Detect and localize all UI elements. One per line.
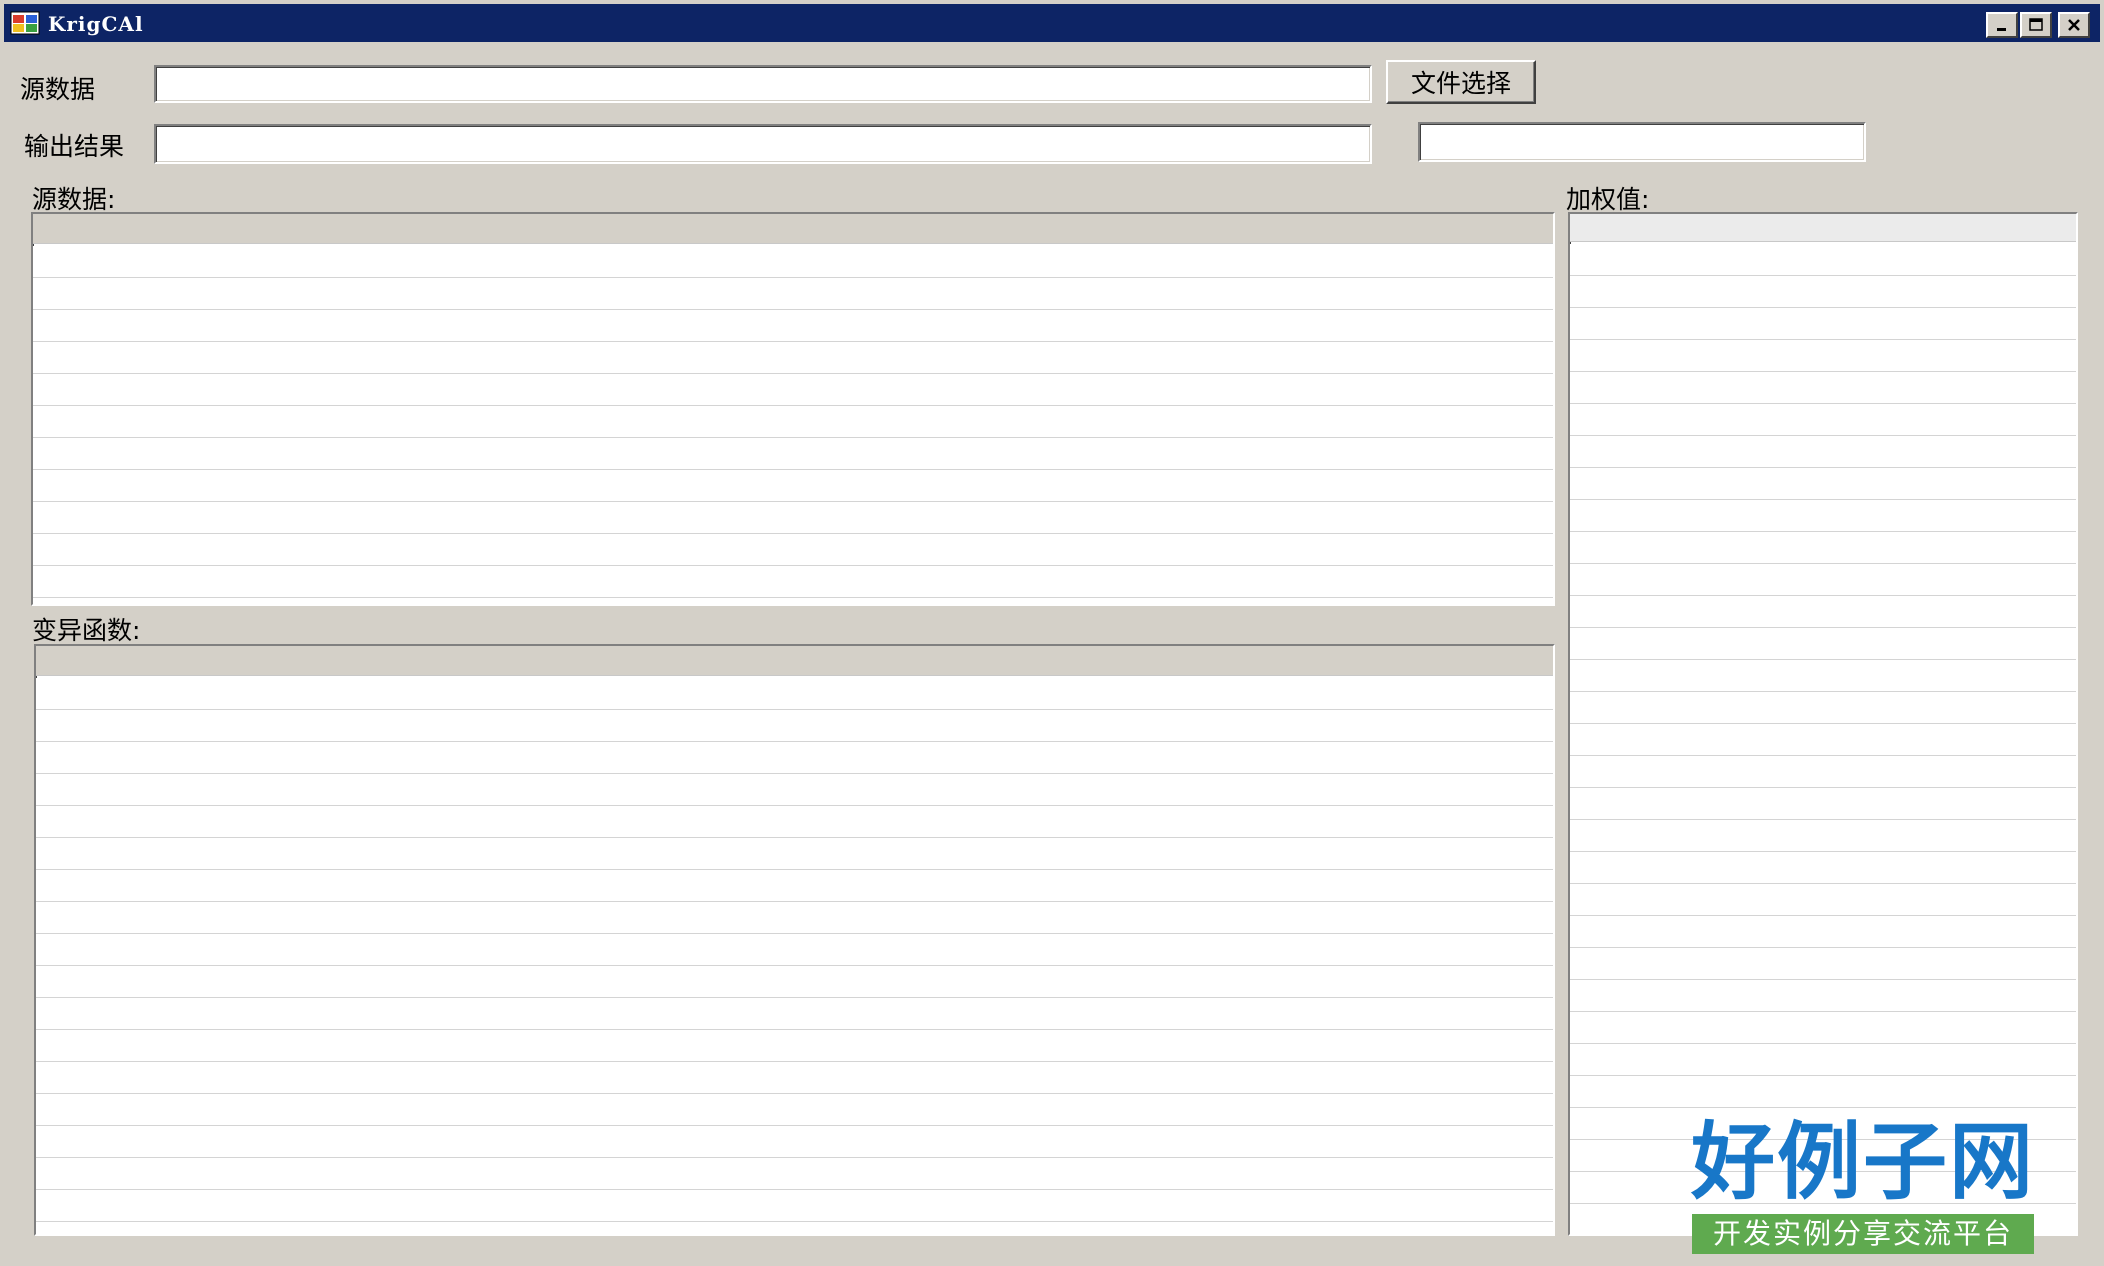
variogram-grid-header [36, 646, 1553, 676]
source-grid-header [33, 214, 1553, 244]
source-data-label: 源数据 [20, 75, 96, 104]
weights-grid-label: 加权值: [1566, 185, 1650, 214]
variogram-grid-rows[interactable] [36, 678, 1553, 1234]
app-icon [10, 11, 40, 35]
output-result-input[interactable] [154, 124, 1372, 164]
weights-grid-header [1570, 214, 2076, 242]
source-data-input[interactable] [154, 65, 1372, 103]
source-grid-rows[interactable] [33, 246, 1553, 604]
output-result-label: 输出结果 [24, 132, 125, 161]
weights-grid-rows[interactable] [1570, 244, 2076, 1234]
file-select-button[interactable]: 文件选择 [1386, 60, 1536, 104]
brand-watermark-title: 好例子网 [1690, 1112, 2035, 1211]
brand-watermark: 好例子网 开发实例分享交流平台 [1688, 1116, 2038, 1256]
title-bar[interactable]: KrigCAl [4, 4, 2100, 42]
maximize-button[interactable] [2020, 12, 2052, 38]
variogram-grid-label: 变异函数: [32, 616, 141, 645]
source-grid-label: 源数据: [32, 185, 116, 214]
variogram-grid[interactable] [34, 644, 1555, 1236]
source-data-grid[interactable] [31, 212, 1555, 606]
close-icon [2068, 19, 2080, 31]
output-extra-input[interactable] [1418, 122, 1866, 162]
minimize-icon [1997, 28, 2006, 31]
window-title: KrigCAl [48, 12, 144, 36]
close-button[interactable] [2058, 12, 2090, 38]
weights-grid[interactable] [1568, 212, 2078, 1236]
brand-watermark-subtitle: 开发实例分享交流平台 [1692, 1214, 2034, 1254]
main-window: KrigCAl 源数据 文件选择 输出结果 源数据: 加权值: 变异函数: 好例… [0, 0, 2104, 1266]
maximize-icon [2029, 18, 2043, 31]
minimize-button[interactable] [1986, 12, 2018, 38]
